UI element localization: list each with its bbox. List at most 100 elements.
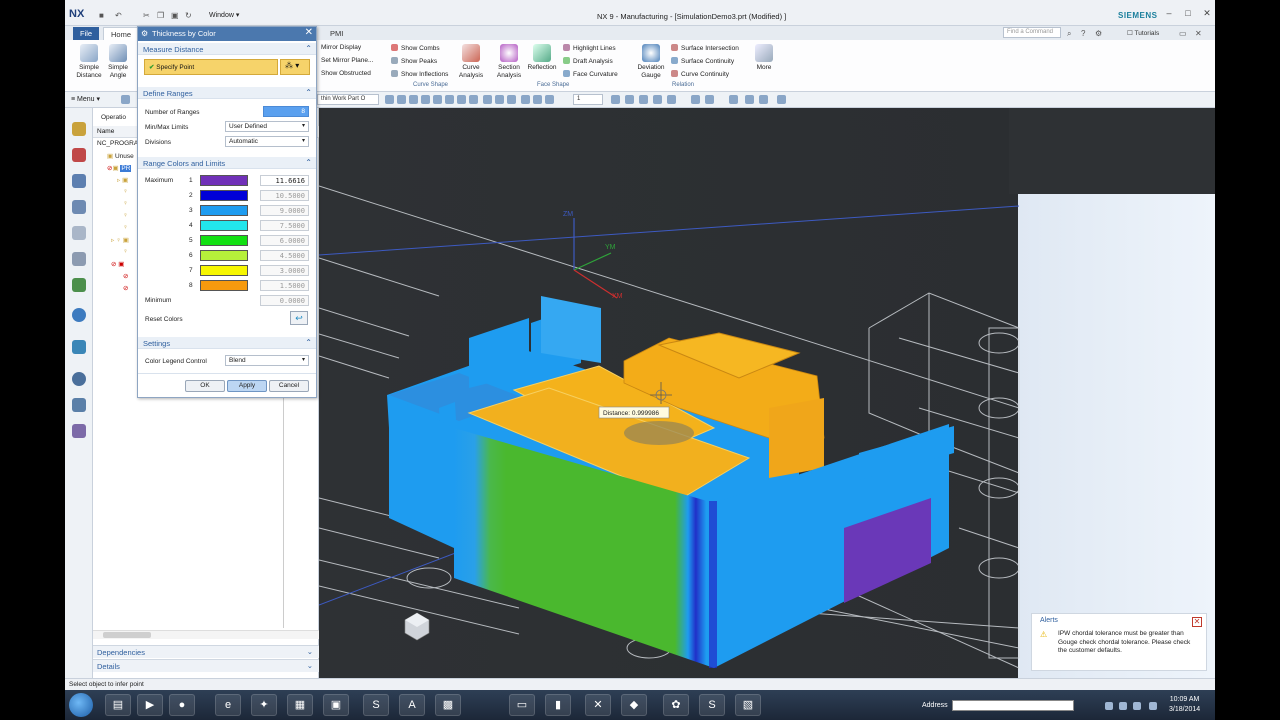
surface-continuity-button[interactable]: Surface Continuity xyxy=(671,57,734,65)
tab-pmi[interactable]: PMI xyxy=(323,27,350,40)
divisions-select[interactable]: Automatic ▾ xyxy=(225,136,309,147)
color-icon[interactable] xyxy=(759,95,768,104)
clock-icon[interactable] xyxy=(72,372,86,386)
surface-intersection-button[interactable]: Surface Intersection xyxy=(671,44,739,52)
snap-intersection-icon[interactable] xyxy=(445,95,454,104)
dependencies-panel[interactable]: Dependencies ⌄ xyxy=(93,645,319,658)
min-max-limits-select[interactable]: User Defined ▾ xyxy=(225,121,309,132)
selection-filter-icon[interactable] xyxy=(121,95,130,104)
wcs-icon[interactable] xyxy=(625,95,634,104)
range-color-swatch[interactable] xyxy=(200,265,248,276)
explorer-taskbar-icon[interactable]: ▤ xyxy=(105,694,131,716)
repeat-command-icon[interactable]: ↻ xyxy=(185,11,192,20)
tree-row-operation-1[interactable]: ▹ ▣ xyxy=(117,176,128,184)
copy-icon[interactable]: ❐ xyxy=(157,11,164,20)
render-style-icon[interactable] xyxy=(495,95,504,104)
section-analysis-button[interactable]: Section Analysis xyxy=(492,44,526,80)
graphics-viewport[interactable]: ZM YM XM Distance: 0.999986 xyxy=(319,108,1215,678)
settings-icon[interactable]: ⚙ xyxy=(1095,29,1102,38)
close-alerts-icon[interactable]: ✕ xyxy=(1192,617,1202,627)
paint-taskbar-icon[interactable]: ◆ xyxy=(621,694,647,716)
measure-distance-section[interactable]: Measure Distance ⌃ xyxy=(138,43,316,55)
tree-row-operation-9[interactable]: ⊘ xyxy=(123,272,128,280)
specify-point-selector[interactable]: ✔ Specify Point xyxy=(144,59,278,75)
range-color-swatch[interactable] xyxy=(200,175,248,186)
show-obstructed-button[interactable]: Show Obstructed xyxy=(321,70,371,77)
internet-explorer-taskbar-icon[interactable]: e xyxy=(215,694,241,716)
copy-to-layer-icon[interactable] xyxy=(639,95,648,104)
range-limit-value[interactable]: 11.6616 xyxy=(260,175,309,186)
cancel-button[interactable]: Cancel xyxy=(269,380,309,392)
menu-button[interactable]: ≡ Menu ▾ xyxy=(71,95,100,103)
tree-row-operation-2[interactable]: ♀ xyxy=(123,188,128,195)
simple-angle-button[interactable]: Simple Angle xyxy=(101,44,135,80)
set-mirror-plane-button[interactable]: Set Mirror Plane... xyxy=(321,57,373,64)
layer-settings-icon[interactable] xyxy=(611,95,620,104)
search-icon[interactable]: ⌕ xyxy=(1067,29,1071,39)
apply-button[interactable]: Apply xyxy=(227,380,267,392)
tree-row-operation-5[interactable]: ♀ xyxy=(123,224,128,231)
work-layer-select[interactable]: 1 xyxy=(573,94,603,105)
range-color-swatch[interactable] xyxy=(200,250,248,261)
notepad-taskbar-icon[interactable]: ▦ xyxy=(287,694,313,716)
hd3d-tools-icon[interactable] xyxy=(72,278,86,292)
part-navigator-icon[interactable] xyxy=(72,200,86,214)
process-studio-icon[interactable] xyxy=(72,398,86,412)
tree-row-operation-10[interactable]: ⊘ xyxy=(123,284,128,292)
settings-taskbar-icon[interactable]: ✿ xyxy=(663,694,689,716)
horizontal-scrollbar[interactable] xyxy=(93,630,319,639)
assembly-navigator-icon[interactable] xyxy=(72,174,86,188)
tree-row-program[interactable]: ⊘▣ PR xyxy=(107,164,132,172)
close-button[interactable]: ✕ xyxy=(1201,7,1213,19)
dialog-close-icon[interactable]: ✕ xyxy=(305,27,313,38)
snap-face-icon[interactable] xyxy=(469,95,478,104)
folder-taskbar-icon[interactable]: ▭ xyxy=(509,694,535,716)
orient-view-icon[interactable] xyxy=(507,95,516,104)
tree-row-operation-6[interactable]: ▹ ♀ ▣ xyxy=(111,236,129,244)
ribbon-close-icon[interactable]: ✕ xyxy=(1195,29,1202,38)
snap-quadrant-icon[interactable] xyxy=(433,95,442,104)
tree-row-program-root[interactable]: NC_PROGRA xyxy=(97,140,138,147)
range-color-swatch[interactable] xyxy=(200,220,248,231)
firefox-taskbar-icon[interactable]: ● xyxy=(169,694,195,716)
settings-section[interactable]: Settings ⌃ xyxy=(138,337,316,349)
highlight-lines-button[interactable]: Highlight Lines xyxy=(563,44,616,52)
cut-icon[interactable]: ✂ xyxy=(143,11,150,20)
column-name[interactable]: Name xyxy=(97,128,114,135)
tray-flag-icon[interactable] xyxy=(1105,702,1113,710)
section-view-icon[interactable] xyxy=(653,95,662,104)
tab-file[interactable]: File xyxy=(73,27,100,40)
window-menu[interactable]: Window ▾ xyxy=(209,11,239,19)
reuse-library-icon[interactable] xyxy=(72,252,86,266)
snap-mid-icon[interactable] xyxy=(409,95,418,104)
address-input[interactable] xyxy=(952,700,1074,711)
acrobat-taskbar-icon[interactable]: A xyxy=(399,694,425,716)
find-command-input[interactable]: Find a Command xyxy=(1003,27,1061,38)
more-button[interactable]: More xyxy=(747,44,781,72)
tab-home[interactable]: Home xyxy=(103,27,140,40)
paste-icon[interactable]: ▣ xyxy=(171,11,179,20)
color-legend-control-select[interactable]: Blend ▾ xyxy=(225,355,309,366)
tray-volume-icon[interactable] xyxy=(1133,702,1141,710)
range-color-swatch[interactable] xyxy=(200,205,248,216)
roles-icon[interactable] xyxy=(72,424,86,438)
edit-section-icon[interactable] xyxy=(667,95,676,104)
media-taskbar-icon[interactable]: ▣ xyxy=(323,694,349,716)
maximize-button[interactable]: □ xyxy=(1182,7,1194,19)
media-player-taskbar-icon[interactable]: ▶ xyxy=(137,694,163,716)
face-curvature-button[interactable]: Face Curvature xyxy=(563,70,618,78)
pmi-icon[interactable] xyxy=(777,95,786,104)
zoom-icon[interactable] xyxy=(533,95,542,104)
fit-icon[interactable] xyxy=(521,95,530,104)
snap-view-icon[interactable] xyxy=(729,95,738,104)
viewer-taskbar-icon[interactable]: ▧ xyxy=(735,694,761,716)
tray-network-icon[interactable] xyxy=(1119,702,1127,710)
history-icon[interactable] xyxy=(72,340,86,354)
tree-row-unused[interactable]: ▣ Unuse xyxy=(107,152,134,160)
machine-tool-navigator-icon[interactable] xyxy=(72,148,86,162)
app-taskbar-icon[interactable]: ✦ xyxy=(251,694,277,716)
ribbon-minimize-icon[interactable]: ▭ xyxy=(1179,29,1187,38)
minimize-button[interactable]: – xyxy=(1163,7,1175,19)
reflection-button[interactable]: Reflection xyxy=(525,44,559,72)
snap-point-icon[interactable] xyxy=(385,95,394,104)
